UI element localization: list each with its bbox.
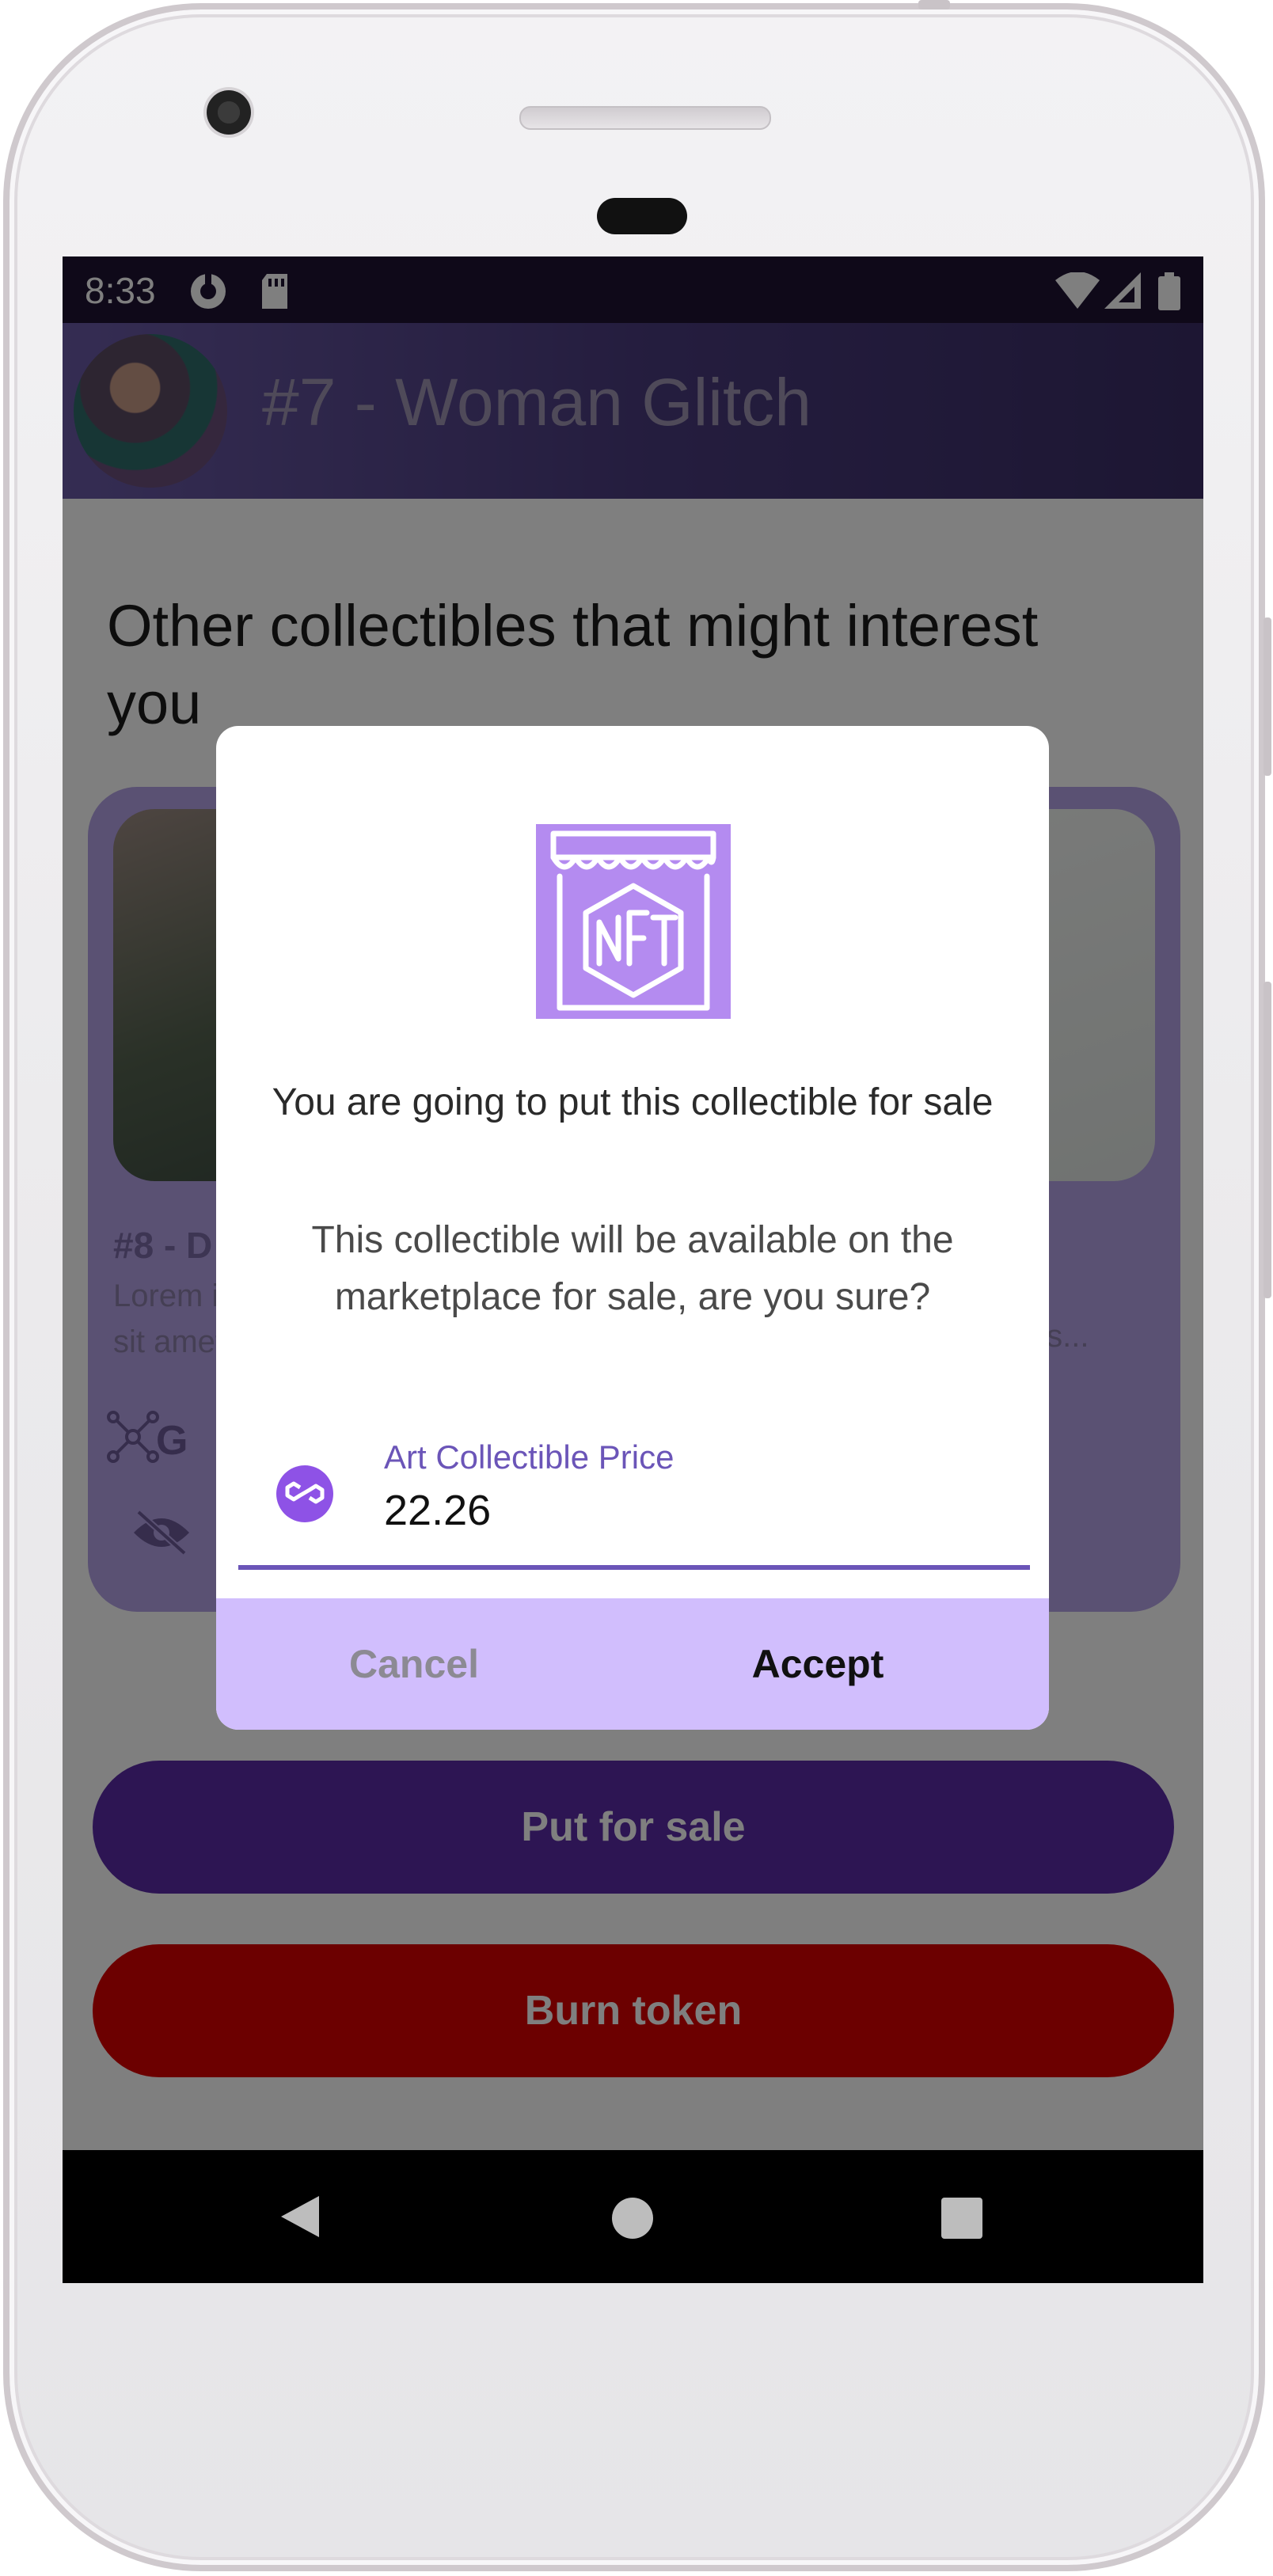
price-input[interactable] xyxy=(384,1486,986,1535)
dialog-message: This collectible will be available on th… xyxy=(311,1219,954,1318)
put-for-sale-dialog: You are going to put this collectible fo… xyxy=(216,726,1049,1730)
earpiece-speaker xyxy=(519,106,771,130)
dialog-title: You are going to put this collectible fo… xyxy=(272,1081,994,1123)
volume-button xyxy=(1264,617,1271,776)
top-button xyxy=(918,0,950,9)
polygon-matic-icon xyxy=(276,1465,333,1522)
home-icon[interactable] xyxy=(610,2196,655,2244)
power-button xyxy=(1264,982,1271,1298)
price-field-label: Art Collectible Price xyxy=(384,1438,674,1476)
back-icon[interactable] xyxy=(278,2193,322,2244)
price-input-underline xyxy=(238,1565,1030,1570)
front-camera xyxy=(207,90,251,135)
proximity-sensor xyxy=(597,198,687,234)
system-navigation-bar xyxy=(63,2150,1203,2283)
dialog-actions: Cancel Accept xyxy=(216,1598,1049,1730)
accept-button[interactable]: Accept xyxy=(667,1598,968,1730)
cancel-button[interactable]: Cancel xyxy=(264,1598,564,1730)
nft-store-icon xyxy=(536,824,731,1019)
recents-icon[interactable] xyxy=(940,2196,984,2244)
